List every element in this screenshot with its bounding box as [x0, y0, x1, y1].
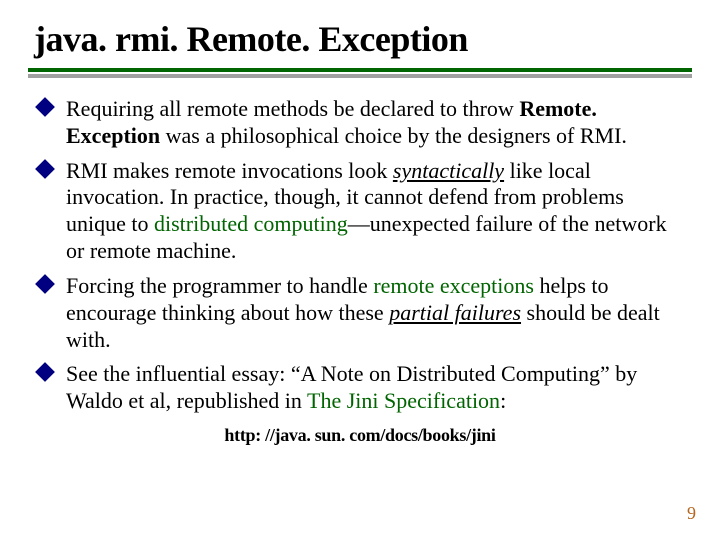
diamond-icon	[35, 363, 55, 383]
bullet-text: Forcing the programmer to handle remote …	[66, 273, 660, 352]
diamond-icon	[35, 97, 55, 117]
bullet-text: See the influential essay: “A Note on Di…	[66, 361, 637, 413]
reference-url: http: //java. sun. com/docs/books/jini	[28, 425, 692, 446]
bullet-list: Requiring all remote methods be declared…	[28, 96, 692, 415]
bullet-text: Requiring all remote methods be declared…	[66, 96, 627, 148]
list-item: RMI makes remote invocations look syntac…	[38, 158, 686, 265]
page-number: 9	[687, 503, 696, 524]
diamond-icon	[35, 159, 55, 179]
list-item: Forcing the programmer to handle remote …	[38, 273, 686, 353]
slide-title: java. rmi. Remote. Exception	[28, 18, 692, 60]
diamond-icon	[35, 274, 55, 294]
bullet-text: RMI makes remote invocations look syntac…	[66, 158, 667, 263]
title-underline	[28, 68, 692, 72]
list-item: See the influential essay: “A Note on Di…	[38, 361, 686, 415]
list-item: Requiring all remote methods be declared…	[38, 96, 686, 150]
slide: java. rmi. Remote. Exception Requiring a…	[0, 0, 720, 540]
